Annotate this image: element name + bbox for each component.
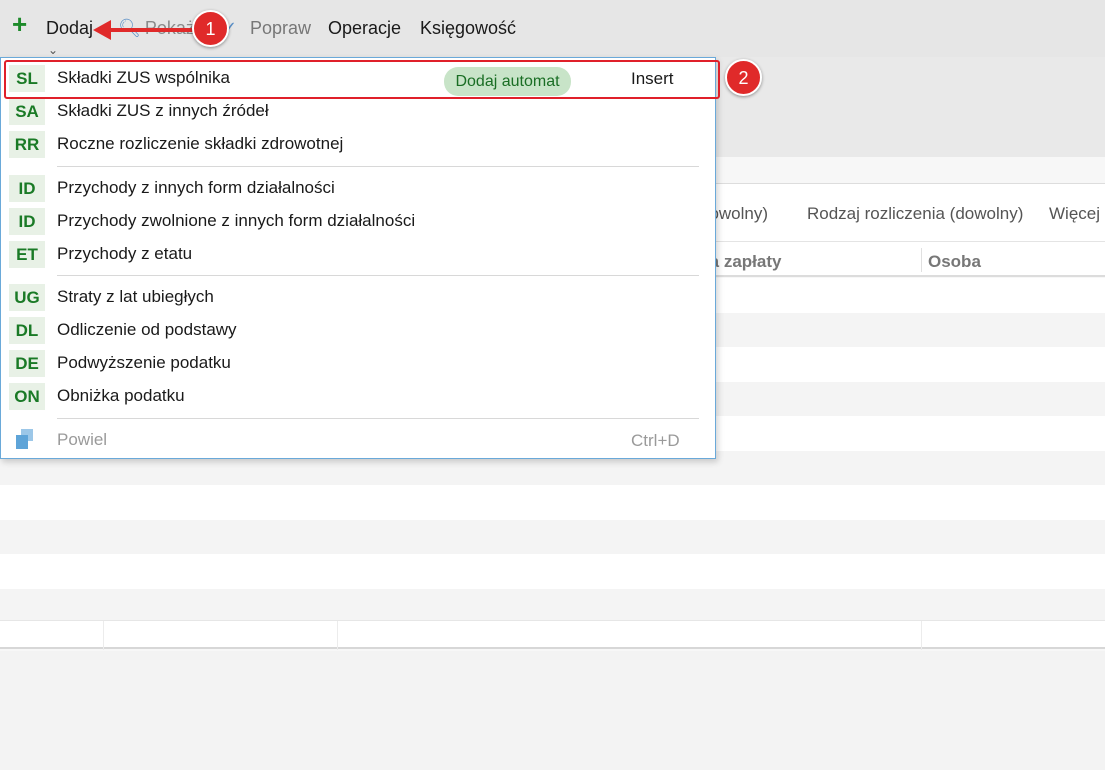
table-row [0, 588, 1105, 623]
table-row [0, 554, 1105, 589]
code-badge: RR [9, 131, 45, 158]
app-window: + Dodaj ⌄ 🔍︎Pokaż ✓ Popraw Operacje Księ… [0, 0, 1105, 770]
menu-item-label: Składki ZUS z innych źródeł [57, 101, 269, 120]
accounting-button[interactable]: Księgowość [420, 17, 516, 39]
menu-item-label: Odliczenie od podstawy [57, 320, 237, 339]
menu-item-tax-reduction[interactable]: ON Obniżka podatku [1, 380, 715, 413]
shortcut-label: Ctrl+D [631, 431, 680, 450]
column-divider [921, 621, 922, 650]
menu-item-label: Podwyższenie podatku [57, 353, 231, 372]
menu-separator [57, 418, 699, 419]
table-row [0, 519, 1105, 554]
code-badge: ON [9, 383, 45, 410]
bottom-panel [0, 651, 1105, 770]
code-badge: ID [9, 208, 45, 235]
code-badge: UG [9, 284, 45, 311]
code-badge: ET [9, 241, 45, 268]
callout-badge-1: 1 [192, 10, 229, 47]
operations-button[interactable]: Operacje [328, 17, 401, 39]
highlight-box [4, 60, 720, 99]
annotation-arrow-icon [93, 20, 198, 40]
plus-icon: + [12, 9, 28, 39]
code-badge: DE [9, 350, 45, 377]
column-header-person[interactable]: Osoba [928, 252, 981, 272]
menu-item-label: Przychody z etatu [57, 244, 193, 263]
menu-item-duplicate[interactable]: Powiel Ctrl+D [1, 424, 715, 457]
filter-more[interactable]: Więcej [1049, 204, 1100, 224]
callout-badge-2: 2 [725, 59, 762, 96]
menu-item-past-losses[interactable]: UG Straty z lat ubiegłych [1, 281, 715, 314]
fix-button[interactable]: Popraw [250, 17, 311, 39]
menu-item-label: Przychody z innych form działalności [57, 178, 335, 197]
code-badge: SA [9, 98, 45, 125]
menu-item-label: Powiel [57, 430, 108, 449]
menu-item-health-settlement[interactable]: RR Roczne rozliczenie składki zdrowotnej [1, 128, 715, 161]
menu-item-income-employment[interactable]: ET Przychody z etatu [1, 238, 715, 271]
menu-item-label: Przychody zwolnione z innych form działa… [57, 211, 416, 230]
column-divider [921, 248, 922, 272]
column-divider [103, 621, 104, 650]
duplicate-icon [15, 429, 37, 451]
code-badge: DL [9, 317, 45, 344]
menu-item-income-other[interactable]: ID Przychody z innych form działalności [1, 172, 715, 205]
add-button-label: Dodaj [46, 18, 94, 38]
menu-item-tax-increase[interactable]: DE Podwyższenie podatku [1, 347, 715, 380]
filter-settlement-type[interactable]: Rodzaj rozliczenia (dowolny) [807, 204, 1023, 224]
table-row [0, 485, 1105, 520]
code-badge: ID [9, 175, 45, 202]
menu-item-label: Obniżka podatku [57, 386, 185, 405]
menu-item-label: Roczne rozliczenie składki zdrowotnej [57, 134, 344, 153]
column-divider [337, 621, 338, 650]
menu-item-zus-other[interactable]: SA Składki ZUS z innych źródeł [1, 95, 715, 128]
menu-separator [57, 166, 699, 167]
menu-item-income-exempt[interactable]: ID Przychody zwolnione z innych form dzi… [1, 205, 715, 238]
table-summary-row [0, 620, 1105, 650]
menu-item-base-deduction[interactable]: DL Odliczenie od podstawy [1, 314, 715, 347]
menu-separator [57, 275, 699, 276]
menu-item-label: Straty z lat ubiegłych [57, 287, 214, 306]
add-dropdown-menu: SL Składki ZUS wspólnika Dodaj automat I… [0, 57, 720, 459]
